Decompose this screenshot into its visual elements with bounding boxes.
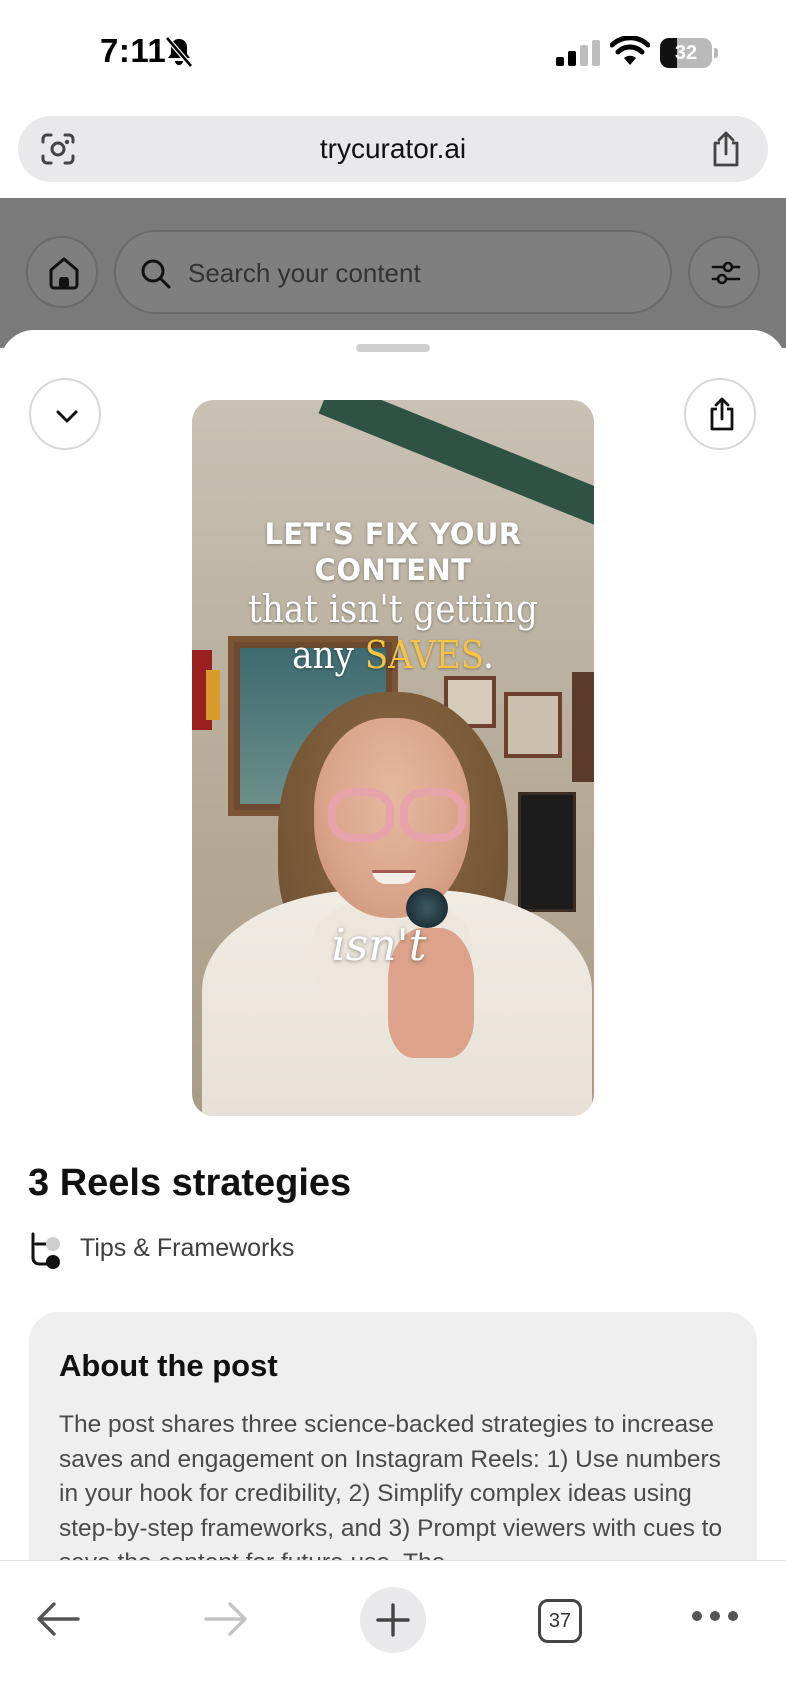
overlay-line-4: any SAVES. <box>292 633 494 677</box>
bell-slash-icon <box>165 36 193 68</box>
filter-icon <box>711 261 741 285</box>
sheet-drag-handle[interactable] <box>356 344 430 352</box>
video-caption: isn't <box>331 920 427 971</box>
home-button[interactable] <box>26 236 98 308</box>
search-icon <box>141 259 171 289</box>
overlay-line-1: LET'S FIX YOUR <box>264 517 522 551</box>
about-body: The post shares three science-backed str… <box>59 1411 723 1560</box>
video-overlay-subline: that isn't getting any SAVES. <box>212 586 574 678</box>
post-detail-sheet: LET'S FIX YOUR CONTENT that isn't gettin… <box>0 330 786 1560</box>
overlay-line-3: that isn't getting <box>248 587 538 631</box>
more-icon[interactable] <box>690 1601 740 1631</box>
overlay-accent-word: SAVES <box>364 633 484 677</box>
wifi-icon <box>610 36 650 65</box>
overlay-line-2: CONTENT <box>314 553 472 587</box>
browser-toolbar: 37 <box>0 1560 786 1704</box>
plus-icon <box>376 1603 410 1637</box>
battery-percent: 32 <box>674 42 698 64</box>
page: 7:11 32 trycurator.ai Search your conten… <box>0 0 786 1704</box>
url-text[interactable]: trycurator.ai <box>18 116 768 182</box>
collapse-button[interactable] <box>29 378 101 450</box>
home-icon <box>49 257 79 290</box>
video-overlay-headline: LET'S FIX YOUR CONTENT <box>192 516 594 588</box>
about-card: About the post The post shares three sci… <box>29 1312 757 1560</box>
signal-icon <box>556 40 600 66</box>
new-tab-button[interactable] <box>360 1587 426 1653</box>
post-title: 3 Reels strategies <box>28 1162 352 1204</box>
category-icon <box>31 1232 60 1269</box>
video-thumbnail[interactable]: LET'S FIX YOUR CONTENT that isn't gettin… <box>192 400 594 1116</box>
url-bar[interactable]: trycurator.ai <box>18 116 768 182</box>
share-post-button[interactable] <box>684 378 756 450</box>
status-time: 7:11 <box>100 32 167 69</box>
share-icon <box>710 397 734 431</box>
search-box[interactable] <box>114 230 672 314</box>
about-heading: About the post <box>59 1348 278 1383</box>
tabs-icon[interactable]: 37 <box>538 1599 582 1643</box>
app-header <box>0 198 786 348</box>
status-bar: 7:11 32 <box>0 0 786 104</box>
filter-button[interactable] <box>688 236 760 308</box>
chevron-down-icon <box>56 410 78 423</box>
category-label: Tips & Frameworks <box>80 1234 295 1262</box>
back-arrow-icon[interactable] <box>34 1599 82 1639</box>
search-input[interactable] <box>188 250 648 296</box>
share-icon[interactable] <box>710 130 742 168</box>
forward-arrow-icon[interactable] <box>202 1599 250 1639</box>
battery-indicator: 32 <box>660 38 718 68</box>
